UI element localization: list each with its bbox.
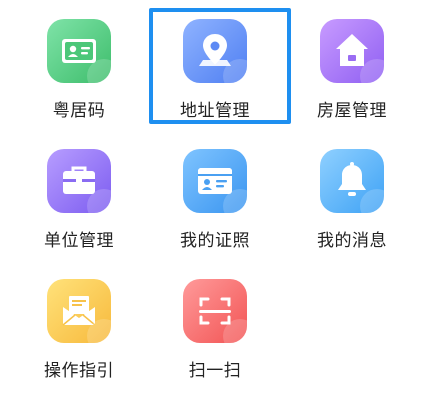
grid-item-unit-management[interactable]: 单位管理 <box>14 136 144 256</box>
grid-item-my-licenses[interactable]: 我的证照 <box>150 136 280 256</box>
grid-item-my-messages[interactable]: 我的消息 <box>287 136 417 256</box>
grid-item-house-management[interactable]: 房屋管理 <box>287 6 417 126</box>
grid-item-label: 房屋管理 <box>317 101 387 121</box>
grid-item-label: 我的证照 <box>180 231 250 251</box>
id-card-icon <box>47 19 111 83</box>
service-grid: 粤居码 地址管理 房屋管理 单位管理 我的证照 我的消息 操作指引 扫一扫 <box>0 0 434 407</box>
grid-item-yue-ju-code[interactable]: 粤居码 <box>14 6 144 126</box>
license-card-icon <box>183 149 247 213</box>
scan-icon <box>183 279 247 343</box>
grid-item-operation-guide[interactable]: 操作指引 <box>14 266 144 386</box>
briefcase-icon <box>47 149 111 213</box>
grid-item-address-management[interactable]: 地址管理 <box>150 6 280 126</box>
grid-item-label: 操作指引 <box>44 361 114 381</box>
grid-item-label: 扫一扫 <box>188 361 242 381</box>
grid-item-label: 单位管理 <box>44 231 114 251</box>
grid-item-label: 粤居码 <box>52 101 106 121</box>
grid-item-label: 我的消息 <box>317 231 387 251</box>
grid-item-scan[interactable]: 扫一扫 <box>150 266 280 386</box>
envelope-icon <box>47 279 111 343</box>
bell-icon <box>320 149 384 213</box>
house-icon <box>320 19 384 83</box>
location-pin-icon <box>183 19 247 83</box>
grid-item-label: 地址管理 <box>180 101 250 121</box>
